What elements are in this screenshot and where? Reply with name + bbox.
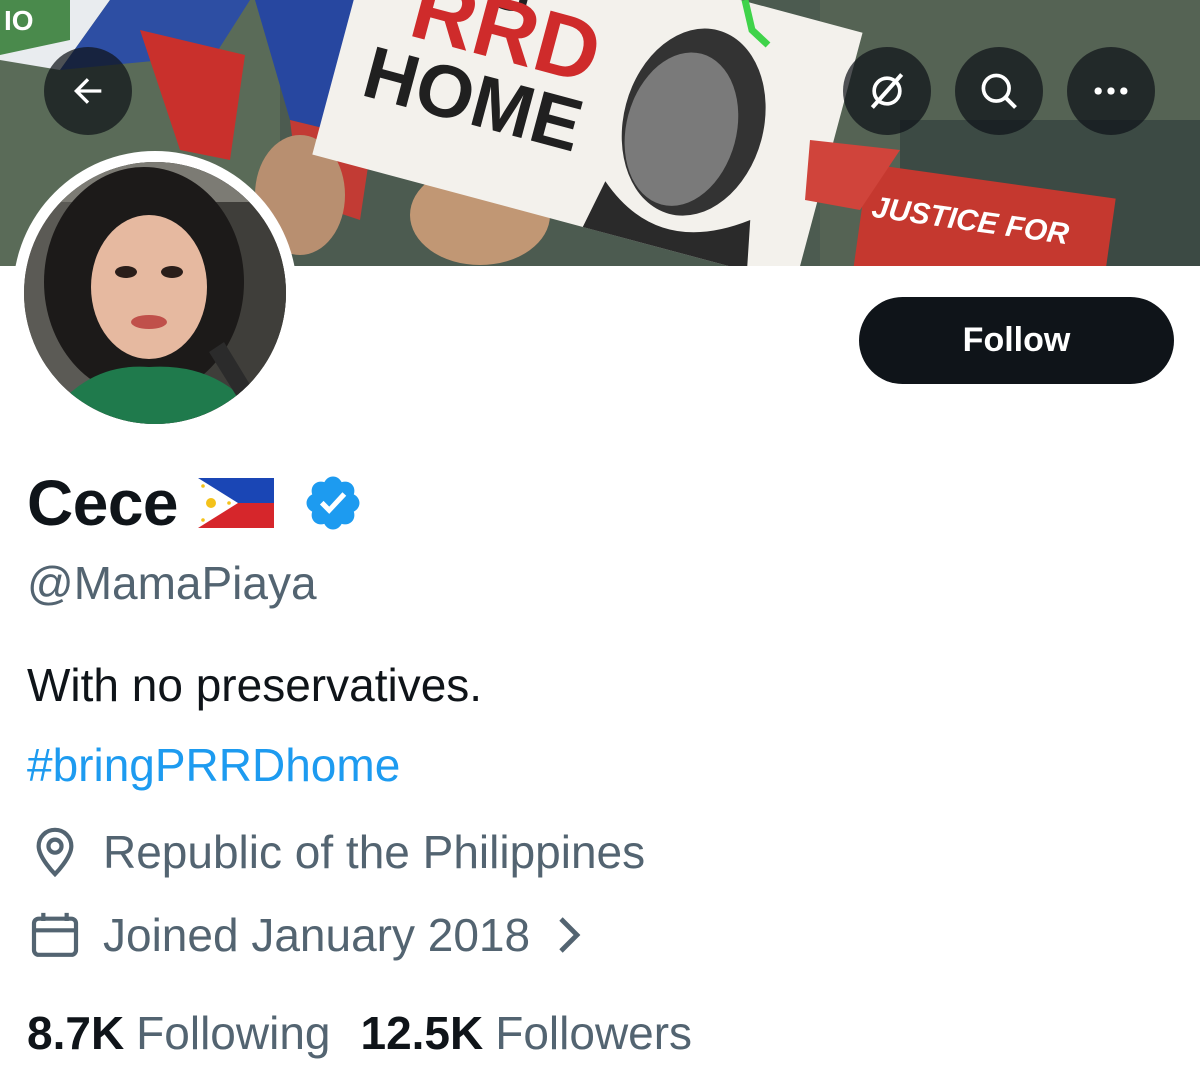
search-icon (981, 73, 1017, 109)
followers-label: Followers (495, 1007, 693, 1059)
following-count: 8.7K (27, 1007, 125, 1059)
bio-hashtag-link[interactable]: #bringPRRDhome (27, 738, 400, 792)
philippines-flag-emoji (198, 478, 274, 528)
grok-icon (870, 73, 904, 109)
joined-text: Joined January 2018 (103, 909, 531, 961)
svg-text:IO: IO (4, 5, 34, 36)
joined-row[interactable]: Joined January 2018 (27, 905, 584, 965)
profile-handle: @MamaPiaya (27, 557, 317, 609)
avatar[interactable] (13, 151, 297, 435)
location-row: Republic of the Philippines (27, 822, 645, 882)
verified-badge-icon[interactable] (302, 472, 364, 534)
stats-row: 8.7K Following 12.5K Followers (27, 1003, 692, 1063)
more-horizontal-icon (1094, 87, 1128, 95)
search-button[interactable] (955, 47, 1043, 135)
back-button[interactable] (44, 47, 132, 135)
profile-bio: With no preservatives. (27, 659, 483, 711)
location-text: Republic of the Philippines (103, 826, 646, 878)
display-name: Cece (27, 467, 179, 539)
arrow-left-icon (74, 78, 102, 104)
grok-button[interactable] (843, 47, 931, 135)
follow-button[interactable]: Follow (859, 297, 1174, 384)
following-stat[interactable]: 8.7K Following (27, 1006, 330, 1060)
following-label: Following (136, 1007, 331, 1059)
profile-page: IO G RRD HOME JUSTICE FOR (0, 0, 1200, 1089)
more-button[interactable] (1067, 47, 1155, 135)
avatar-image (24, 162, 286, 424)
followers-stat[interactable]: 12.5K Followers (360, 1006, 692, 1060)
followers-count: 12.5K (360, 1007, 484, 1059)
chevron-right-icon (559, 917, 581, 953)
calendar-icon (31, 912, 79, 957)
avatar-photo (24, 162, 286, 424)
location-pin-icon (36, 827, 74, 878)
name-row: Cece (27, 465, 364, 541)
